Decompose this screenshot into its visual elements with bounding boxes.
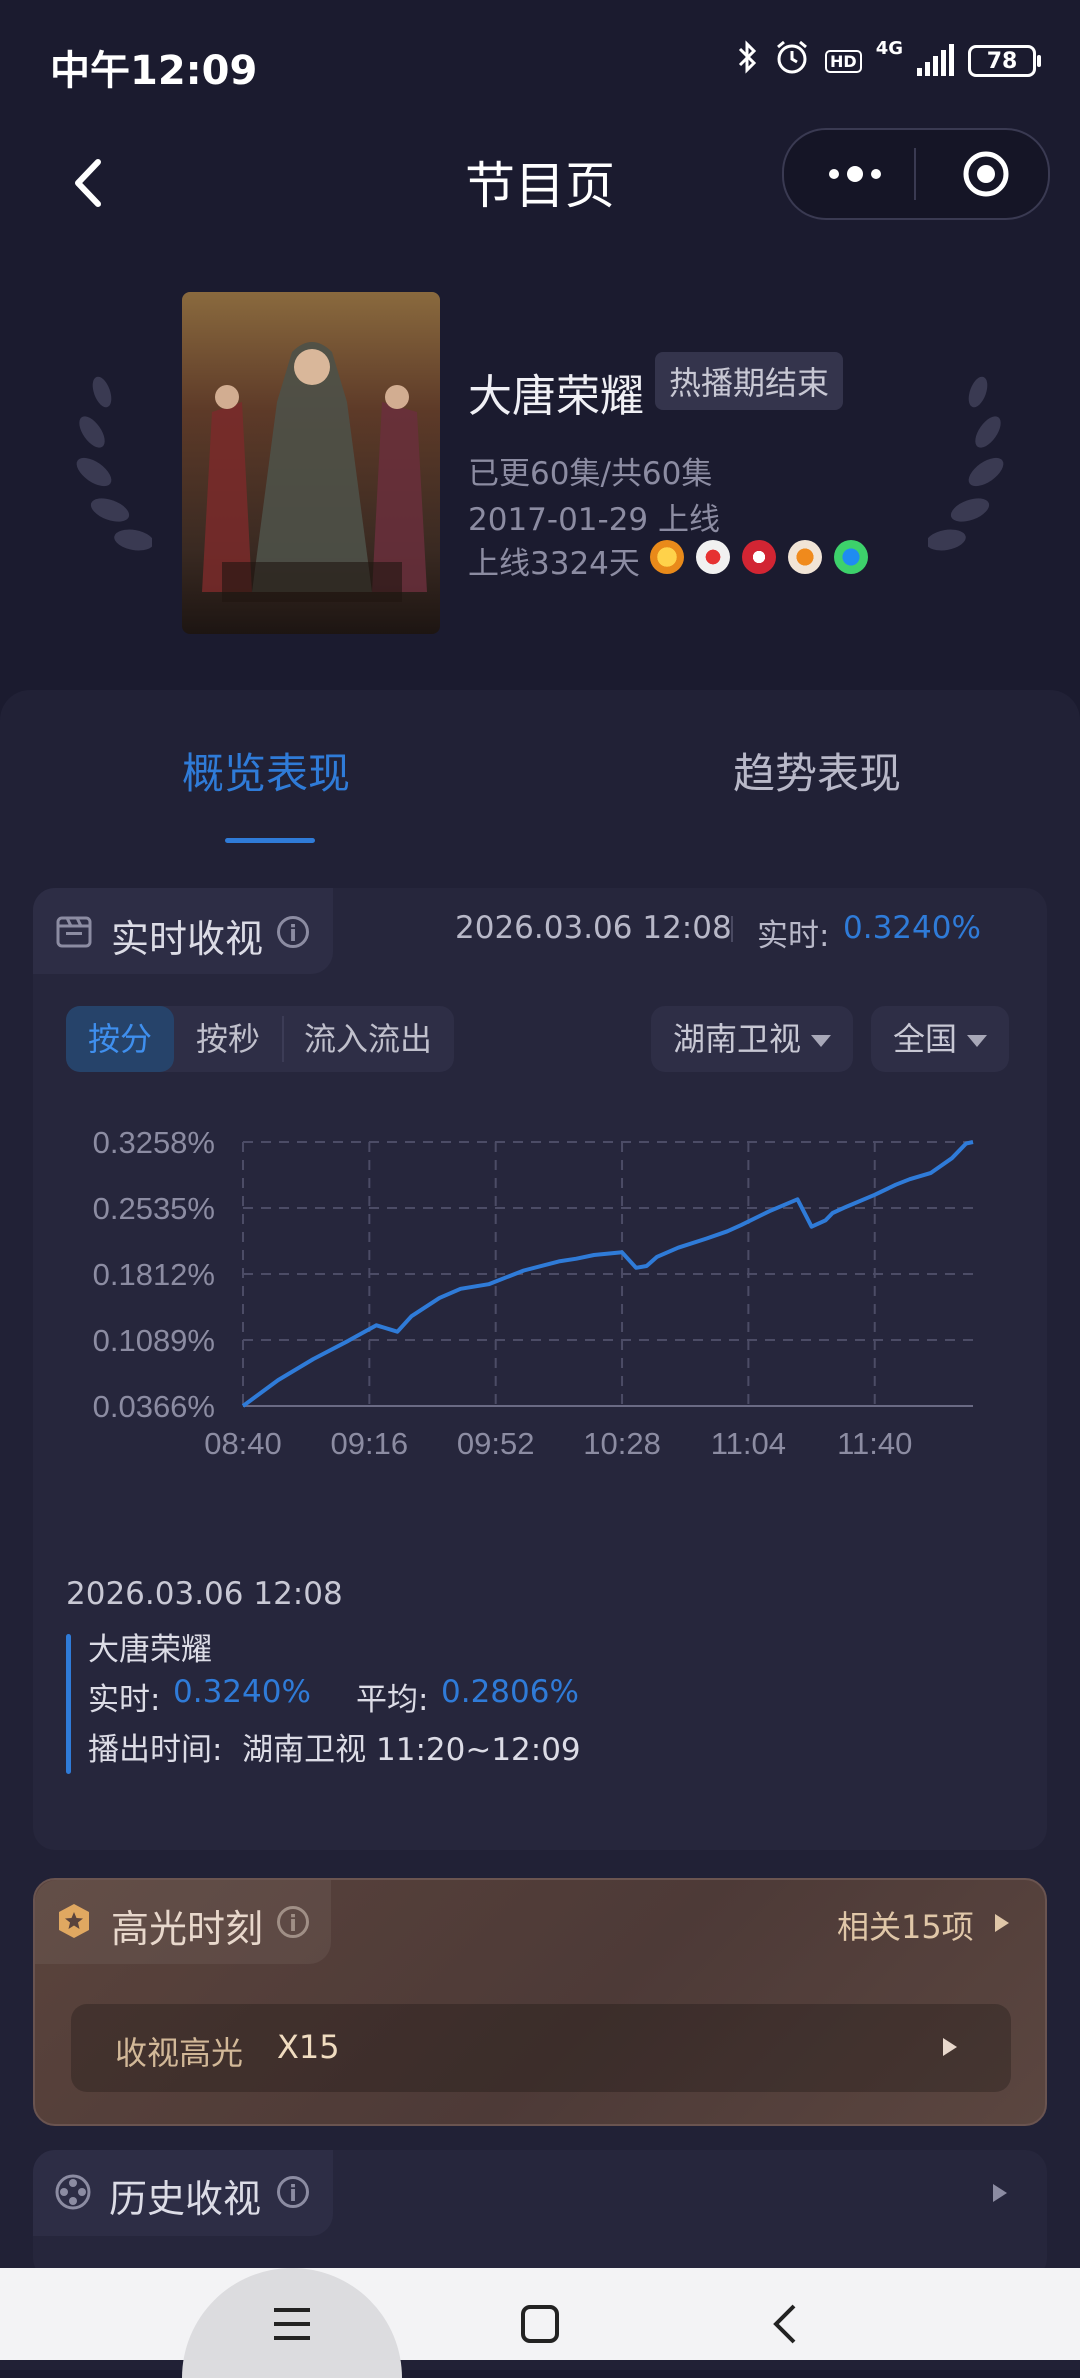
realtime-value: 0.3240% (843, 910, 981, 946)
show-poster[interactable] (182, 292, 440, 634)
status-bar: 中午12:09 HD 4G 78 (0, 0, 1080, 128)
system-nav-bar (0, 2268, 1080, 2378)
detail-avg-label: 平均: (356, 1682, 429, 1718)
play-arrow-icon (993, 2184, 1007, 2202)
alarm-icon (773, 38, 811, 84)
region-select[interactable]: 全国 (871, 1006, 1010, 1072)
detail-name: 大唐荣耀 (88, 1632, 212, 1668)
mode-per-second[interactable]: 按秒 (174, 1006, 282, 1072)
highlight-related[interactable]: 相关15项 (837, 1902, 974, 1948)
history-title: 历史收视 (109, 2177, 262, 2221)
highlight-item[interactable]: 收视高光 X15 (71, 2004, 1011, 2092)
mode-flow[interactable]: 流入流出 (282, 1016, 454, 1062)
info-icon[interactable]: i (277, 2176, 309, 2208)
x-tick-label: 11:40 (837, 1426, 912, 1461)
y-tick-label: 0.1089% (93, 1323, 215, 1358)
status-icons: HD 4G 78 (737, 38, 1041, 84)
history-card[interactable]: 历史收视 i (33, 2150, 1047, 2280)
laurel-right-icon (928, 376, 1004, 551)
platform-1-icon (650, 540, 684, 574)
play-arrow-icon (943, 2038, 957, 2056)
x-tick-label: 09:16 (331, 1426, 409, 1461)
days-online: 上线3324天 (468, 546, 640, 582)
highlight-title: 高光时刻 (111, 1907, 264, 1951)
highlight-card[interactable]: 高光时刻 i 相关15项 收视高光 X15 (33, 1878, 1047, 2126)
info-icon[interactable]: i (277, 1906, 309, 1938)
x-tick-label: 09:52 (457, 1426, 535, 1461)
show-title: 大唐荣耀 (468, 371, 644, 422)
platform-3-icon (742, 540, 776, 574)
battery-level: 78 (986, 48, 1018, 74)
mode-segmented-control: 按分 按秒 流入流出 (66, 1006, 455, 1072)
capsule-divider (914, 148, 916, 200)
channel-label: 湖南卫视 (673, 1020, 802, 1058)
close-miniprogram-button[interactable] (962, 150, 1010, 198)
poster-image (182, 292, 440, 634)
detail-airtime: 播出时间: 湖南卫视 11:20~12:09 (88, 1732, 581, 1768)
info-icon[interactable]: i (277, 916, 309, 948)
channel-select[interactable]: 湖南卫视 (651, 1006, 854, 1072)
hd-icon: HD (825, 49, 862, 73)
mode-per-minute[interactable]: 按分 (66, 1006, 175, 1072)
y-tick-label: 0.3258% (93, 1125, 215, 1160)
episode-count: 已更60集/共60集 (468, 456, 713, 492)
tab-trend[interactable]: 趋势表现 (733, 740, 901, 801)
header-divider (731, 916, 733, 942)
x-tick-label: 11:04 (711, 1426, 786, 1461)
signal-icon (917, 44, 954, 76)
y-tick-label: 0.0366% (93, 1389, 215, 1424)
platform-4-icon (788, 540, 822, 574)
title-bar: 节目页 (0, 128, 1080, 238)
detail-rt-label: 实时: (88, 1682, 161, 1718)
film-reel-icon (55, 2174, 91, 2210)
realtime-card: 实时收视 i 2026.03.06 12:08 实时: 0.3240% 按分 按… (33, 888, 1047, 1850)
detail-time: 2026.03.06 12:08 (66, 1576, 343, 1612)
y-tick-label: 0.2535% (93, 1191, 215, 1226)
back-nav-icon[interactable] (770, 2302, 800, 2346)
y-tick-label: 0.1812% (93, 1257, 215, 1292)
menu-icon[interactable] (272, 2306, 312, 2342)
tv-icon (56, 916, 92, 948)
premiere-date: 2017-01-29 上线 (468, 502, 721, 538)
realtime-label: 实时: (757, 918, 830, 954)
home-square-icon[interactable] (520, 2304, 560, 2344)
highlight-item-label: 收视高光 (115, 2034, 244, 2072)
tab-indicator (225, 838, 315, 843)
platform-5-icon (834, 540, 868, 574)
laurel-left-icon (76, 376, 152, 551)
network-label: 4G (875, 38, 903, 59)
status-time: 中午12:09 (50, 48, 258, 94)
more-button[interactable] (820, 154, 890, 194)
more-dots-icon (829, 166, 881, 182)
target-circle-icon (963, 151, 1009, 197)
realtime-timestamp: 2026.03.06 12:08 (455, 910, 732, 946)
mini-program-capsule (782, 128, 1050, 220)
star-badge-icon (59, 1904, 89, 1938)
bluetooth-icon (737, 40, 759, 82)
x-tick-label: 08:40 (204, 1426, 282, 1461)
dropdown-arrow-icon (967, 1035, 988, 1047)
ratings-line-chart[interactable]: 0.3258% 0.2535% 0.1812% 0.1089% 0.0366%08:40… (33, 1106, 1047, 1486)
region-label: 全国 (893, 1020, 958, 1058)
platform-2-icon (696, 540, 730, 574)
status-badge: 热播期结束 (655, 352, 844, 410)
battery-icon: 78 (968, 45, 1041, 77)
detail-avg-value: 0.2806% (441, 1674, 579, 1710)
detail-rt-value: 0.3240% (173, 1674, 311, 1710)
realtime-title: 实时收视 (111, 917, 264, 961)
platform-list (650, 540, 868, 574)
play-arrow-icon (995, 1914, 1009, 1932)
detail-series-bar (66, 1634, 71, 1774)
tab-overview[interactable]: 概览表现 (182, 740, 350, 801)
x-tick-label: 10:28 (583, 1426, 661, 1461)
dropdown-arrow-icon (811, 1035, 832, 1047)
highlight-item-count: X15 (277, 2028, 340, 2066)
